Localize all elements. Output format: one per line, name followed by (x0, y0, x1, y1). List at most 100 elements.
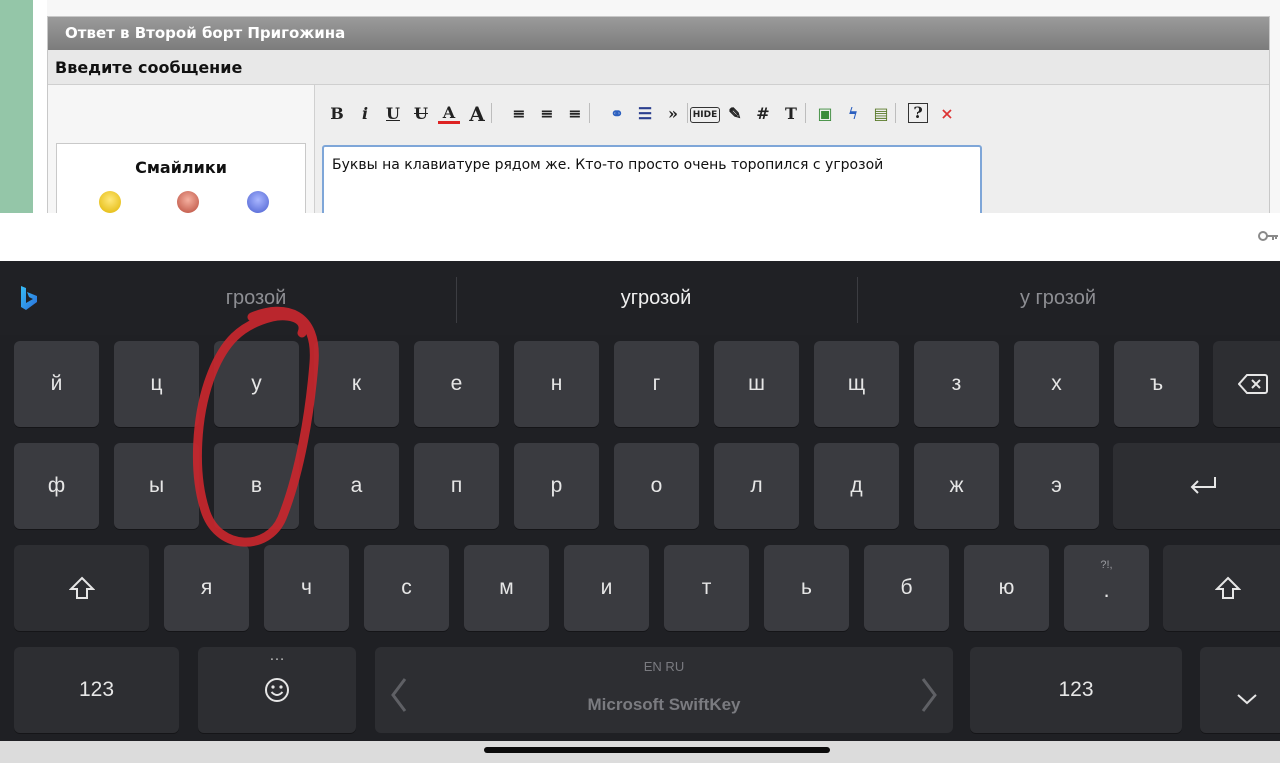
key-у[interactable]: у (214, 341, 299, 427)
suggestion-center[interactable]: угрозой (506, 287, 806, 310)
key-ю[interactable]: ю (964, 545, 1049, 631)
key-т[interactable]: т (664, 545, 749, 631)
flash-icon[interactable]: ϟ (842, 103, 864, 125)
toolbar-separator (491, 103, 492, 123)
reply-form-title: Ответ в Второй борт Пригожина (48, 17, 1269, 50)
bing-icon[interactable] (18, 284, 40, 312)
suggestion-bar: грозой угрозой у грозой (0, 261, 1280, 335)
key-к[interactable]: к (314, 341, 399, 427)
toolbar-separator (895, 103, 896, 123)
emoji-key[interactable]: … (198, 647, 356, 733)
help-icon[interactable]: ? (908, 103, 928, 123)
smilies-panel: Смайлики (56, 143, 306, 213)
space-bar[interactable]: EN RU Microsoft SwiftKey (375, 647, 953, 733)
punctuation-main: . (1103, 577, 1110, 602)
space-brand-label: Microsoft SwiftKey (587, 695, 741, 714)
suggestion-divider (456, 277, 457, 323)
return-key[interactable] (1113, 443, 1280, 529)
link-icon[interactable]: ⚭ (606, 103, 628, 125)
shift-icon (68, 576, 95, 599)
key-м[interactable]: м (464, 545, 549, 631)
space-language-label: EN RU (643, 659, 685, 674)
font-size-icon[interactable]: A (466, 103, 488, 125)
smiley-cool-icon[interactable] (99, 191, 121, 213)
cursor-left-icon[interactable] (389, 677, 409, 713)
hide-icon[interactable]: HIDE (690, 107, 720, 123)
return-icon (1190, 477, 1216, 494)
italic-icon[interactable]: i (354, 103, 376, 125)
smiley-blue-icon[interactable] (247, 191, 269, 213)
key-л[interactable]: л (714, 443, 799, 529)
swiftkey-keyboard: грозой угрозой у грозой йцукенгшщзхъ фыва… (0, 261, 1280, 763)
video-icon[interactable]: ▤ (870, 103, 892, 125)
key-а[interactable]: а (314, 443, 399, 529)
key-д[interactable]: д (814, 443, 899, 529)
align-right-icon[interactable]: ≡ (564, 103, 586, 125)
underline-icon[interactable]: U (382, 103, 404, 125)
strikethrough-icon[interactable]: U (410, 103, 432, 125)
key-о[interactable]: о (614, 443, 699, 529)
key-ш[interactable]: ш (714, 341, 799, 427)
hide-keyboard-key[interactable] (1200, 647, 1280, 733)
align-center-icon[interactable]: ≡ (536, 103, 558, 125)
key-н[interactable]: н (514, 341, 599, 427)
message-textarea[interactable]: Буквы на клавиатуре рядом же. Кто-то про… (322, 145, 982, 213)
key-и[interactable]: и (564, 545, 649, 631)
reply-form-body: Смайлики Bi U U A A ≡ ≡ ≡ ⚭ ☰» HIDE ✎ # T ▣ ϟ ▤? × Буквы … (48, 85, 1269, 213)
code-icon[interactable]: # (752, 103, 774, 125)
numbers-left-key[interactable]: 123 (14, 647, 179, 733)
font-icon[interactable]: T (780, 103, 802, 125)
shift-left-key[interactable] (14, 545, 149, 631)
editor-toolbar: Bi U U A A ≡ ≡ ≡ ⚭ ☰» HIDE ✎ # T ▣ ϟ ▤? × (326, 99, 986, 129)
key-я[interactable]: я (164, 545, 249, 631)
key-в[interactable]: в (214, 443, 299, 529)
close-icon[interactable]: × (936, 103, 958, 125)
keyboard-accessory-bar (0, 213, 1280, 261)
quote-icon[interactable]: » (662, 103, 684, 125)
toolbar-separator (805, 103, 806, 123)
key-ф[interactable]: ф (14, 443, 99, 529)
image-icon[interactable]: ▣ (814, 103, 836, 125)
reply-form: Ответ в Второй борт Пригожина Введите со… (47, 16, 1270, 213)
key-п[interactable]: п (414, 443, 499, 529)
page-margin (33, 0, 47, 213)
key-с[interactable]: с (364, 545, 449, 631)
reply-form-subtitle: Введите сообщение (48, 50, 1269, 85)
key-е[interactable]: е (414, 341, 499, 427)
key-ы[interactable]: ы (114, 443, 199, 529)
key-х[interactable]: х (1014, 341, 1099, 427)
align-left-icon[interactable]: ≡ (508, 103, 530, 125)
shift-right-key[interactable] (1163, 545, 1280, 631)
key-ч[interactable]: ч (264, 545, 349, 631)
key-б[interactable]: б (864, 545, 949, 631)
text-color-icon[interactable]: A (438, 103, 460, 124)
punctuation-hint: ?!, (1100, 559, 1113, 571)
key-щ[interactable]: щ (814, 341, 899, 427)
suggestion-divider (857, 277, 858, 323)
cursor-right-icon[interactable] (919, 677, 939, 713)
key-ц[interactable]: ц (114, 341, 199, 427)
edit-icon[interactable]: ✎ (724, 103, 746, 125)
key-ъ[interactable]: ъ (1114, 341, 1199, 427)
backspace-key[interactable] (1213, 341, 1280, 427)
key-й[interactable]: й (14, 341, 99, 427)
suggestion-left[interactable]: грозой (106, 287, 406, 310)
list-icon[interactable]: ☰ (634, 103, 656, 125)
smiley-love-icon[interactable] (177, 191, 199, 213)
home-bar (0, 741, 1280, 763)
numbers-right-key[interactable]: 123 (970, 647, 1182, 733)
punctuation-key[interactable]: ?!,. (1064, 545, 1149, 631)
key-ь[interactable]: ь (764, 545, 849, 631)
home-indicator[interactable] (484, 747, 830, 753)
key-р[interactable]: р (514, 443, 599, 529)
web-page: Ответ в Второй борт Пригожина Введите со… (0, 0, 1280, 213)
smilies-title: Смайлики (135, 158, 227, 177)
backspace-icon (1238, 374, 1268, 394)
password-key-icon[interactable] (1258, 229, 1278, 243)
suggestion-right[interactable]: у грозой (908, 287, 1208, 310)
key-ж[interactable]: ж (914, 443, 999, 529)
key-э[interactable]: э (1014, 443, 1099, 529)
bold-icon[interactable]: B (326, 103, 348, 125)
key-з[interactable]: з (914, 341, 999, 427)
key-г[interactable]: г (614, 341, 699, 427)
